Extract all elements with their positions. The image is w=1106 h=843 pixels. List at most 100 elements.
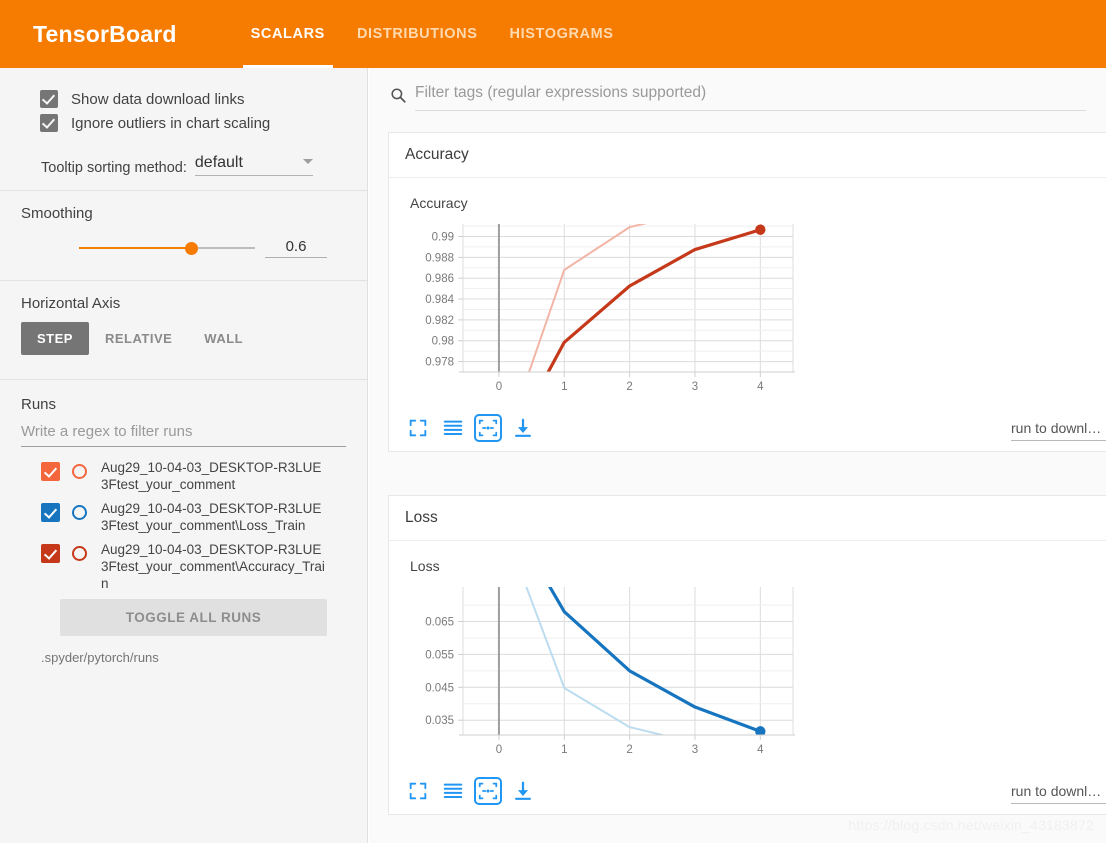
svg-text:2: 2 <box>626 381 632 393</box>
svg-text:4: 4 <box>757 744 764 756</box>
top-bar: TensorBoard SCALARS DISTRIBUTIONS HISTOG… <box>0 0 1106 68</box>
smoothing-control: 0.6 <box>20 238 347 258</box>
svg-text:0: 0 <box>496 381 502 393</box>
chevron-down-icon <box>302 158 313 164</box>
svg-text:1: 1 <box>561 381 567 393</box>
display-options-section: Show data download links Ignore outliers… <box>0 68 367 190</box>
tooltip-sorting-label: Tooltip sorting method: <box>41 160 187 176</box>
app-title: TensorBoard <box>33 20 177 47</box>
tooltip-sorting-select[interactable]: default <box>194 154 313 176</box>
data-table-icon[interactable] <box>442 417 464 439</box>
run-item-0[interactable]: Aug29_10-04-03_DESKTOP-R3LUE3Ftest_your_… <box>41 459 327 493</box>
svg-text:0.988: 0.988 <box>425 252 454 264</box>
svg-text:4: 4 <box>757 381 764 393</box>
data-table-icon[interactable] <box>442 780 464 802</box>
axis-step-button[interactable]: STEP <box>21 322 89 355</box>
card-loss-download-label: run to downl… <box>1011 783 1102 799</box>
show-download-links-row[interactable]: Show data download links <box>40 90 347 108</box>
horizontal-axis-title: Horizontal Axis <box>21 295 121 312</box>
tab-distributions-label: DISTRIBUTIONS <box>356 26 478 42</box>
search-icon <box>391 87 406 103</box>
card-accuracy-download-select[interactable]: run to downl… <box>1011 420 1106 441</box>
run-color-dot-1[interactable] <box>72 505 87 520</box>
card-loss-download-select[interactable]: run to downl… <box>1011 783 1106 804</box>
chart-loss-plot[interactable]: 0.035 0.045 0.055 0.065 0 1 2 3 4 <box>407 583 807 763</box>
card-accuracy-toolbar <box>407 413 1106 443</box>
card-accuracy-body: Accuracy 0.978 0.98 0.982 0.984 0.986 0.988 0.… <box>389 178 1106 451</box>
run-item-1[interactable]: Aug29_10-04-03_DESKTOP-R3LUE3Ftest_your_… <box>41 500 327 534</box>
run-checkbox-2[interactable] <box>41 544 60 563</box>
ignore-outliers-checkbox[interactable] <box>40 114 58 132</box>
filter-tags-bar <box>369 68 1106 121</box>
svg-text:0.982: 0.982 <box>425 315 454 327</box>
run-checkbox-0[interactable] <box>41 462 60 481</box>
nav-tabs: SCALARS DISTRIBUTIONS HISTOGRAMS <box>235 0 630 68</box>
svg-text:0.045: 0.045 <box>425 682 454 694</box>
runs-list: Aug29_10-04-03_DESKTOP-R3LUE3Ftest_your_… <box>20 459 347 592</box>
tab-scalars[interactable]: SCALARS <box>235 0 341 68</box>
toggle-all-runs-button[interactable]: TOGGLE ALL RUNS <box>60 599 327 636</box>
svg-text:3: 3 <box>692 381 698 393</box>
tab-histograms-label: HISTOGRAMS <box>509 26 614 42</box>
download-icon[interactable] <box>512 780 534 802</box>
download-icon[interactable] <box>512 417 534 439</box>
svg-text:0.984: 0.984 <box>425 294 454 306</box>
card-accuracy-download-label: run to downl… <box>1011 420 1102 436</box>
runs-section: Runs Write a regex to filter runs Aug29_… <box>0 380 367 679</box>
runs-title: Runs <box>21 396 57 413</box>
axis-wall-label: WALL <box>204 331 244 346</box>
smoothing-slider-knob[interactable] <box>185 242 198 255</box>
show-download-links-checkbox[interactable] <box>40 90 58 108</box>
tooltip-sorting-row: Tooltip sorting method: default <box>41 154 347 176</box>
smoothing-title: Smoothing <box>21 205 93 222</box>
smoothing-section: Smoothing 0.6 <box>0 191 367 280</box>
fit-domain-icon[interactable] <box>474 414 502 442</box>
svg-text:0.98: 0.98 <box>432 336 454 348</box>
ignore-outliers-row[interactable]: Ignore outliers in chart scaling <box>40 114 347 132</box>
svg-text:0.065: 0.065 <box>425 617 454 629</box>
horizontal-axis-section: Horizontal Axis STEP RELATIVE WALL <box>0 281 367 379</box>
svg-text:3: 3 <box>692 744 698 756</box>
run-checkbox-1[interactable] <box>41 503 60 522</box>
smoothing-slider-fill <box>79 247 192 249</box>
run-color-dot-2[interactable] <box>72 546 87 561</box>
run-color-dot-0[interactable] <box>72 464 87 479</box>
tab-distributions[interactable]: DISTRIBUTIONS <box>341 0 494 68</box>
card-loss: Loss Loss 0.035 0.045 0.055 0.065 0 1 2 3 4 <box>388 495 1106 815</box>
horizontal-axis-buttons: STEP RELATIVE WALL <box>21 322 347 355</box>
run-label-0: Aug29_10-04-03_DESKTOP-R3LUE3Ftest_your_… <box>101 460 322 492</box>
show-download-links-label: Show data download links <box>71 90 245 108</box>
card-loss-body: Loss 0.035 0.045 0.055 0.065 0 1 2 3 4 r… <box>389 541 1106 814</box>
main-panel: Accuracy Accuracy 0.9780.980.9820.9840.9… <box>369 68 1106 843</box>
run-label-1: Aug29_10-04-03_DESKTOP-R3LUE3Ftest_your_… <box>101 501 322 533</box>
svg-text:1: 1 <box>561 744 567 756</box>
ignore-outliers-label: Ignore outliers in chart scaling <box>71 114 271 132</box>
card-accuracy-header[interactable]: Accuracy <box>389 133 1106 178</box>
runs-filter-input[interactable]: Write a regex to filter runs <box>21 423 346 447</box>
smoothing-value-input[interactable]: 0.6 <box>265 238 327 258</box>
svg-text:2: 2 <box>626 744 632 756</box>
tensorboard-app: TensorBoard SCALARS DISTRIBUTIONS HISTOG… <box>0 0 1106 843</box>
chart-loss-title: Loss <box>410 558 440 574</box>
axis-wall-button[interactable]: WALL <box>188 322 259 355</box>
axis-relative-button[interactable]: RELATIVE <box>89 322 188 355</box>
settings-sidebar: Show data download links Ignore outliers… <box>0 68 368 843</box>
svg-text:0.035: 0.035 <box>425 715 454 727</box>
tab-histograms[interactable]: HISTOGRAMS <box>494 0 630 68</box>
card-accuracy: Accuracy Accuracy 0.978 0.98 0.982 0.984 0.9… <box>388 132 1106 452</box>
tab-scalars-label: SCALARS <box>250 26 325 42</box>
svg-text:0.978: 0.978 <box>425 357 454 369</box>
svg-text:0.99: 0.99 <box>432 232 454 244</box>
card-loss-toolbar <box>407 776 1106 806</box>
run-label-2: Aug29_10-04-03_DESKTOP-R3LUE3Ftest_your_… <box>101 542 325 591</box>
chart-accuracy-plot[interactable]: 0.978 0.98 0.982 0.984 0.986 0.988 0.99 0 1 2 3 4 <box>407 220 807 400</box>
card-loss-header[interactable]: Loss <box>389 496 1106 541</box>
expand-chart-icon[interactable] <box>407 780 429 802</box>
run-item-2[interactable]: Aug29_10-04-03_DESKTOP-R3LUE3Ftest_your_… <box>41 541 327 592</box>
fit-domain-icon[interactable] <box>474 777 502 805</box>
axis-step-label: STEP <box>37 331 73 346</box>
smoothing-slider[interactable] <box>41 238 261 258</box>
svg-text:0: 0 <box>496 744 502 756</box>
expand-chart-icon[interactable] <box>407 417 429 439</box>
filter-tags-input[interactable] <box>415 78 1086 111</box>
